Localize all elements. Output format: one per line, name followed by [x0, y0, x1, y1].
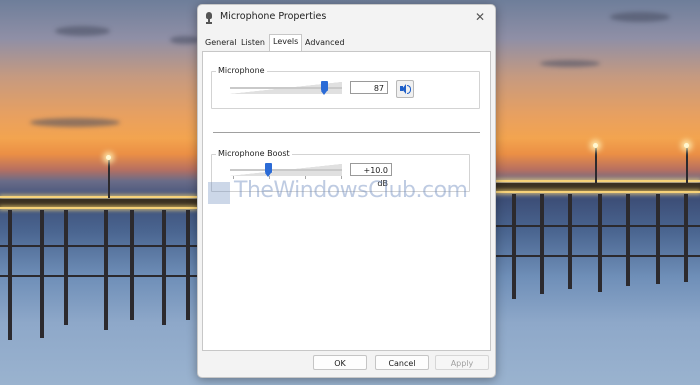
close-button[interactable]: ✕: [470, 8, 490, 26]
pier-lights: [0, 207, 197, 209]
microphone-level-field[interactable]: 87: [350, 81, 388, 94]
tab-general[interactable]: General: [202, 36, 240, 50]
pier-lights: [0, 196, 197, 198]
lamp-post: [108, 160, 110, 198]
watermark-text: TheWindowsClub.com: [234, 178, 468, 203]
microphone-boost-label: Microphone Boost: [216, 149, 292, 158]
pier-leg: [512, 194, 516, 299]
cancel-button[interactable]: Cancel: [375, 355, 429, 370]
title-bar[interactable]: Microphone Properties ✕: [198, 5, 495, 29]
watermark-logo-icon: [208, 182, 230, 204]
pier-brace: [0, 245, 197, 247]
microphone-icon: [206, 12, 212, 24]
close-icon: ✕: [474, 10, 486, 24]
pier-leg: [626, 194, 630, 286]
lamp-light: [684, 143, 689, 148]
pier-lights: [494, 180, 700, 182]
boost-slider-thumb[interactable]: [265, 163, 272, 177]
microphone-label: Microphone: [216, 66, 267, 75]
pier-lights: [494, 191, 700, 193]
microphone-volume-slider[interactable]: [230, 80, 342, 96]
lamp-light: [593, 143, 598, 148]
ok-button[interactable]: OK: [313, 355, 367, 370]
pier-brace: [0, 275, 197, 277]
lamp-light: [106, 155, 111, 160]
lamp-post: [595, 148, 597, 183]
pier-leg: [598, 194, 602, 292]
tab-listen[interactable]: Listen: [238, 36, 268, 50]
pier-leg: [104, 210, 108, 330]
microphone-boost-slider[interactable]: [230, 162, 342, 179]
boost-level-field: +10.0 dB: [350, 163, 392, 188]
dialog-title: Microphone Properties: [220, 11, 327, 22]
lamp-post: [686, 148, 688, 183]
cloud: [170, 36, 200, 44]
pier-brace: [494, 255, 700, 257]
cloud: [55, 26, 110, 36]
tab-advanced[interactable]: Advanced: [302, 36, 348, 50]
cloud: [610, 12, 670, 22]
pier-leg: [540, 194, 544, 294]
cloud: [540, 60, 600, 67]
pier-leg: [656, 194, 660, 284]
pier-brace: [494, 225, 700, 227]
microphone-slider-thumb[interactable]: [321, 81, 328, 95]
pier-leg: [40, 210, 44, 338]
pier-leg: [186, 210, 190, 320]
apply-button[interactable]: Apply: [435, 355, 489, 370]
pier-leg: [568, 194, 572, 289]
pier-leg: [684, 194, 688, 282]
microphone-group: Microphone 87: [211, 66, 480, 109]
section-divider: [213, 132, 480, 133]
pier-leg: [64, 210, 68, 325]
pier-leg: [162, 210, 166, 325]
mute-toggle-button[interactable]: [396, 80, 414, 98]
pier-leg: [130, 210, 134, 320]
tab-levels[interactable]: Levels: [269, 34, 303, 51]
cloud: [30, 118, 120, 127]
